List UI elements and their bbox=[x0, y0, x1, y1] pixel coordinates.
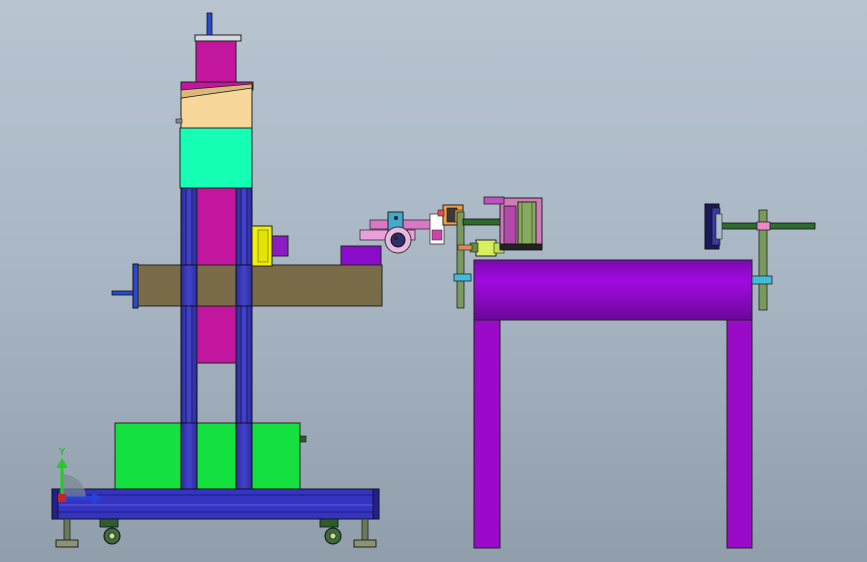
leveling-foot-right bbox=[353, 518, 377, 548]
table-leg-left bbox=[473, 317, 501, 549]
y-axis-label: Y bbox=[58, 447, 66, 458]
arm-purple-block bbox=[340, 245, 382, 266]
green-motor bbox=[475, 239, 497, 257]
mint-block bbox=[179, 127, 253, 189]
machine-drawing: Y bbox=[51, 12, 816, 549]
base-frame bbox=[51, 488, 380, 520]
table-leg-right bbox=[726, 317, 753, 549]
cad-viewport[interactable]: Y bbox=[0, 0, 867, 562]
left-post bbox=[456, 211, 465, 309]
axis-triad: Y bbox=[56, 447, 102, 504]
cap-pin bbox=[175, 118, 183, 124]
right-shaft-collar bbox=[756, 221, 771, 231]
table-drum bbox=[473, 259, 753, 321]
left-post-clamp bbox=[453, 273, 472, 282]
left-machine bbox=[51, 12, 383, 548]
base-green-block bbox=[114, 422, 301, 490]
base-green-knob bbox=[299, 435, 307, 443]
top-spindle bbox=[206, 12, 213, 36]
right-post-clamp bbox=[751, 275, 773, 285]
motor-box bbox=[271, 235, 289, 257]
caster-left bbox=[99, 518, 121, 545]
right-table bbox=[453, 196, 816, 549]
top-flange bbox=[194, 34, 242, 42]
leveling-foot-left bbox=[55, 518, 79, 548]
roller bbox=[517, 201, 537, 245]
arm-end-plate bbox=[132, 263, 139, 309]
arm-end-shaft bbox=[111, 290, 134, 296]
caster-right bbox=[319, 518, 342, 545]
y-axis-arrow bbox=[56, 458, 68, 468]
olive-arm bbox=[137, 264, 383, 307]
